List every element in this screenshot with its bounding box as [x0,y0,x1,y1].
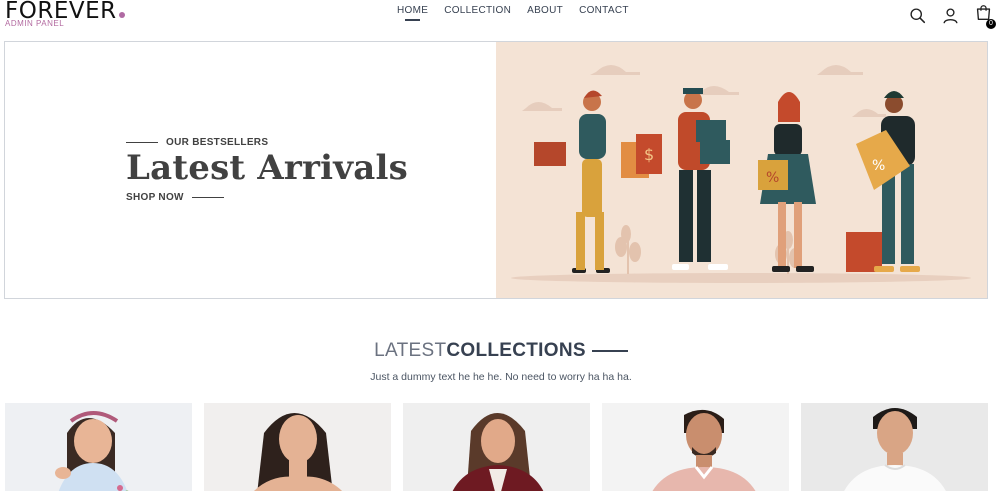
product-card[interactable] [602,403,789,491]
main-nav: HOME COLLECTION ABOUT CONTACT [397,5,629,21]
nav-about[interactable]: ABOUT [527,5,563,16]
search-icon[interactable] [909,7,926,24]
shop-now-button[interactable]: SHOP NOW [126,192,224,203]
product-card[interactable] [403,403,590,491]
profile-icon[interactable] [942,7,959,24]
kicker-text: OUR BESTSELLERS [166,137,269,148]
cta-line [191,196,224,199]
cart-button[interactable]: 0 [975,4,996,29]
cart-count-badge: 0 [986,19,996,29]
brand-logo[interactable]: FOREVER ADMIN PANEL [5,0,125,28]
svg-text:$: $ [644,145,654,164]
collections-heading: LATESTCOLLECTIONS [0,340,1002,362]
hero-illustration: $ % % [496,42,987,298]
top-navbar: FOREVER ADMIN PANEL HOME COLLECTION ABOU… [0,0,1002,34]
shop-now-label: SHOP NOW [126,192,184,203]
product-grid [5,403,988,491]
nav-home[interactable]: HOME [397,5,428,21]
product-image-girl [5,403,192,491]
product-image-woman-jacket [403,403,590,491]
collections-heading-light: LATEST [374,340,447,361]
kicker-line [126,141,158,144]
logo-dot [118,12,125,18]
collections-subtitle: Just a dummy text he he he. No need to w… [370,371,632,383]
header-actions: 0 [909,4,996,29]
nav-collection[interactable]: COLLECTION [444,5,511,16]
hero-text-panel: OUR BESTSELLERS Latest Arrivals SHOP NOW [5,42,496,298]
product-image-man-white-tshirt [801,403,988,491]
product-image-woman-offshoulder [204,403,391,491]
product-card[interactable] [204,403,391,491]
hero-title: Latest Arrivals [126,148,408,188]
svg-text:%: % [872,158,885,174]
product-image-man-pink-shirt [602,403,789,491]
hero-kicker: OUR BESTSELLERS [126,137,268,148]
hero-banner: OUR BESTSELLERS Latest Arrivals SHOP NOW [4,41,988,299]
shoppers-illustration: $ % % [496,42,987,298]
product-card[interactable] [801,403,988,491]
svg-text:%: % [766,170,779,186]
nav-contact[interactable]: CONTACT [579,5,629,16]
heading-line [591,349,628,352]
product-card[interactable] [5,403,192,491]
admin-panel-label: ADMIN PANEL [5,19,65,28]
collections-heading-bold: COLLECTIONS [446,340,586,361]
